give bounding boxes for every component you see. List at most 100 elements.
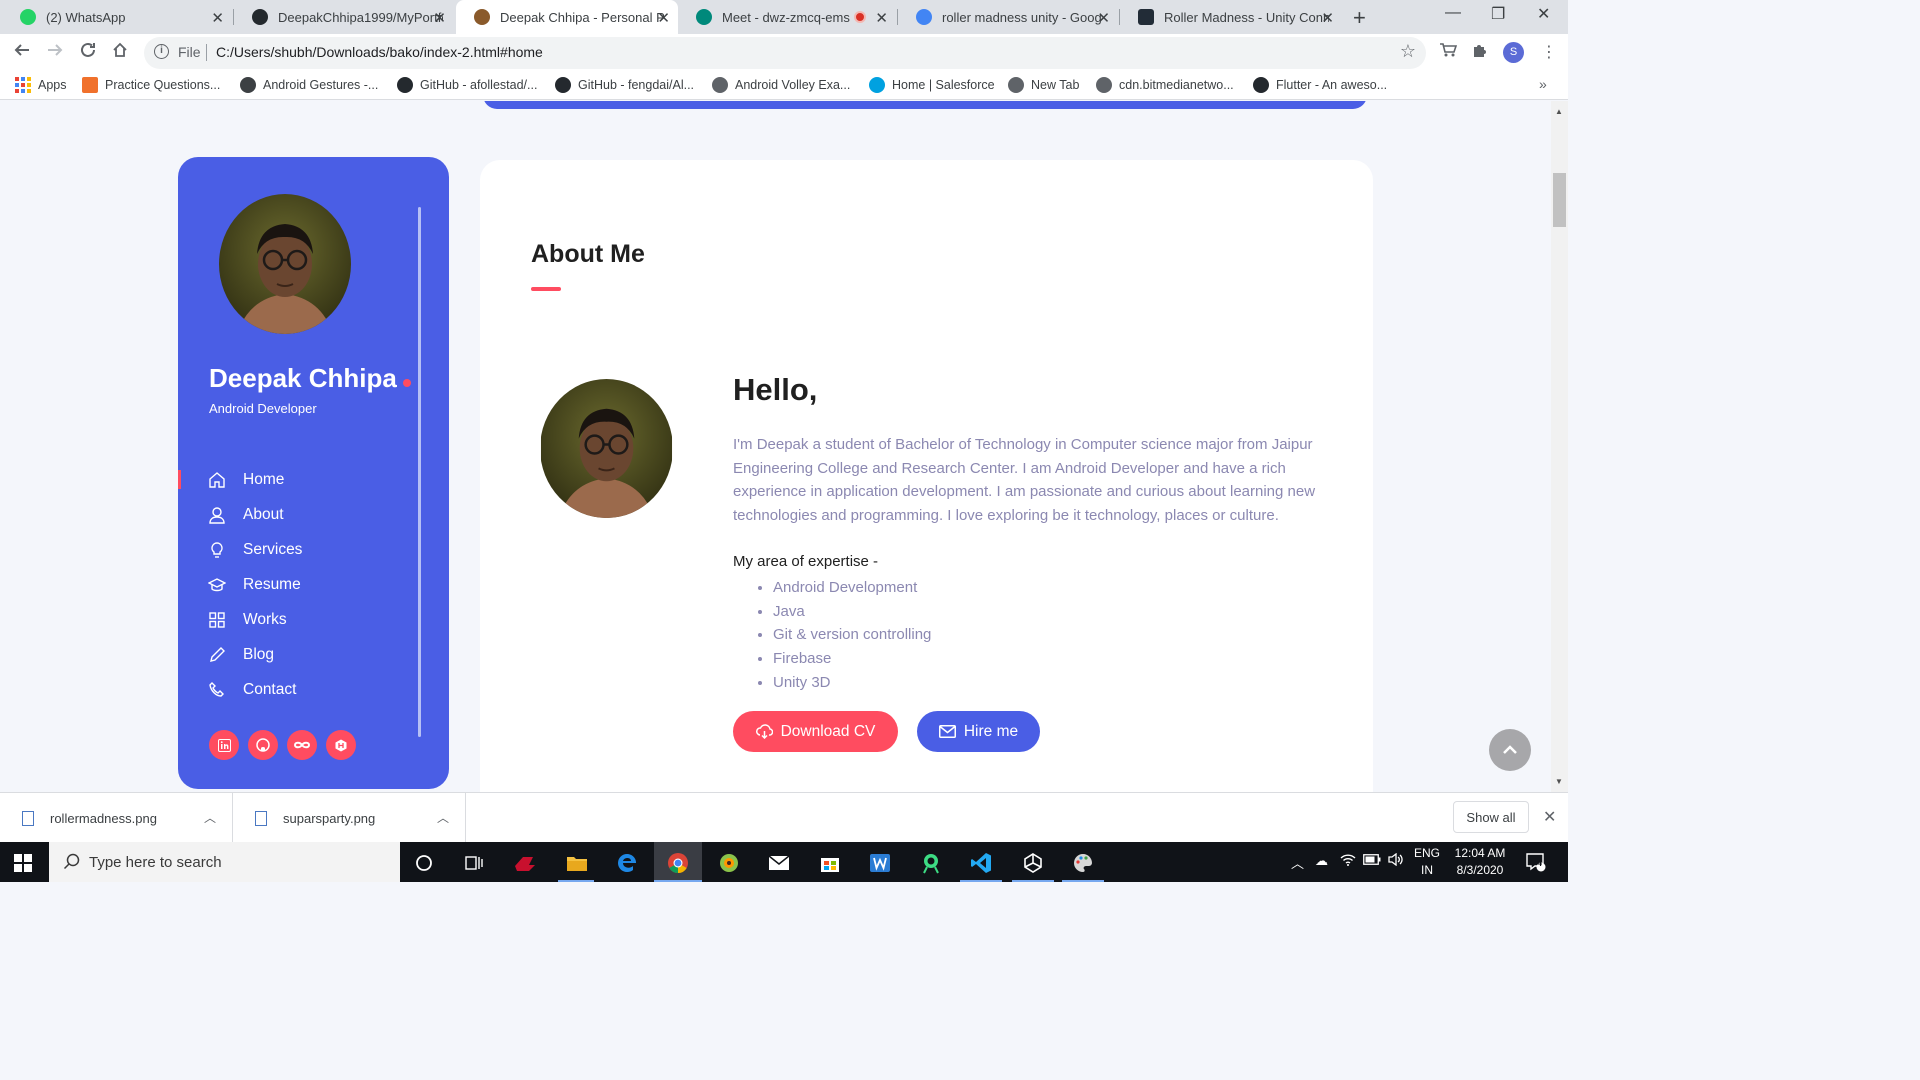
- address-bar[interactable]: i File C:/Users/shubh/Downloads/bako/ind…: [144, 37, 1426, 69]
- home-icon: [208, 471, 226, 489]
- close-icon[interactable]: ✕: [1097, 9, 1110, 27]
- close-icon[interactable]: ✕: [211, 9, 224, 27]
- scroll-down-arrow-icon[interactable]: ▼: [1555, 777, 1563, 786]
- status-dot: [402, 379, 411, 387]
- browser-tab[interactable]: (2) WhatsApp ✕: [2, 0, 232, 34]
- sidebar-item-home[interactable]: Home: [178, 462, 418, 497]
- infinity-icon[interactable]: [287, 730, 317, 760]
- scroll-up-arrow-icon[interactable]: ▲: [1555, 107, 1563, 116]
- info-icon[interactable]: i: [154, 44, 169, 59]
- forward-button[interactable]: [46, 41, 64, 64]
- scrollbar-thumb[interactable]: [1553, 173, 1566, 227]
- restore-button[interactable]: ❐: [1491, 4, 1505, 24]
- bookmarks-overflow-icon[interactable]: »: [1539, 76, 1547, 92]
- file-explorer-icon[interactable]: [564, 850, 590, 876]
- bookmark-apps[interactable]: Apps: [15, 77, 67, 93]
- chrome-icon[interactable]: [665, 850, 691, 876]
- close-window-button[interactable]: ✕: [1537, 4, 1550, 24]
- cortana-icon[interactable]: [411, 850, 437, 876]
- minimize-button[interactable]: —: [1445, 4, 1461, 22]
- app-chameleon-icon[interactable]: [716, 850, 742, 876]
- page-scrollbar[interactable]: ▲ ▼: [1551, 101, 1568, 792]
- word-app-icon[interactable]: [867, 850, 893, 876]
- action-center-icon[interactable]: 4: [1526, 852, 1546, 875]
- sidebar-item-works[interactable]: Works: [178, 602, 418, 637]
- volume-icon[interactable]: [1388, 852, 1404, 869]
- chevron-up-icon[interactable]: ︿: [437, 809, 449, 826]
- unity-icon: [1138, 9, 1154, 25]
- bookmark-item[interactable]: GitHub - afollestad/...: [397, 77, 537, 93]
- browser-tab[interactable]: DeepakChhipa1999/MyPortfo ✕: [234, 0, 454, 34]
- bookmark-item[interactable]: Android Gestures -...: [240, 77, 378, 93]
- bookmark-item[interactable]: GitHub - fengdai/Al...: [555, 77, 694, 93]
- battery-icon[interactable]: [1363, 853, 1381, 868]
- sidebar-item-label: Resume: [243, 575, 301, 593]
- url-text[interactable]: C:/Users/shubh/Downloads/bako/index-2.ht…: [216, 44, 543, 60]
- cart-extension-icon[interactable]: [1439, 42, 1458, 63]
- bookmark-item[interactable]: New Tab: [1008, 77, 1079, 93]
- close-icon[interactable]: ✕: [875, 9, 888, 27]
- wifi-icon[interactable]: [1340, 853, 1356, 869]
- close-icon[interactable]: ✕: [433, 9, 446, 27]
- bookmarks-bar: Apps Practice Questions... Android Gestu…: [0, 72, 1568, 100]
- sidebar-item-services[interactable]: Services: [178, 532, 418, 567]
- profile-avatar[interactable]: S: [1503, 42, 1524, 63]
- system-clock[interactable]: 12:04 AM 8/3/2020: [1448, 845, 1512, 879]
- sidebar-item-resume[interactable]: Resume: [178, 567, 418, 602]
- store-icon[interactable]: [817, 850, 843, 876]
- extensions-puzzle-icon[interactable]: [1472, 42, 1488, 63]
- github-icon[interactable]: [248, 730, 278, 760]
- mail-icon[interactable]: [766, 850, 792, 876]
- unity-icon[interactable]: [1020, 850, 1046, 876]
- profile-role: Android Developer: [209, 401, 317, 416]
- windows-taskbar: Type here to search ︿ ☁ ENG IN 12:04 AM 8/…: [0, 842, 1568, 882]
- close-shelf-icon[interactable]: ✕: [1543, 807, 1556, 827]
- scroll-to-top-button[interactable]: [1489, 729, 1531, 771]
- paint-palette-icon[interactable]: [1070, 850, 1096, 876]
- hackerrank-icon[interactable]: [326, 730, 356, 760]
- bookmark-item[interactable]: cdn.bitmedianetwo...: [1096, 77, 1234, 93]
- browser-tab[interactable]: roller madness unity - Googl ✕: [898, 0, 1118, 34]
- more-menu-icon[interactable]: ⋮: [1541, 42, 1557, 62]
- bookmark-star-icon[interactable]: ☆: [1400, 41, 1416, 62]
- active-indicator: [654, 880, 702, 882]
- chevron-up-icon: [1503, 745, 1517, 754]
- bookmark-item[interactable]: Practice Questions...: [82, 77, 220, 93]
- show-all-button[interactable]: Show all: [1453, 801, 1529, 833]
- download-cv-button[interactable]: Download CV: [733, 711, 898, 752]
- sidebar-item-contact[interactable]: Contact: [178, 672, 418, 707]
- download-item[interactable]: suparsparty.png ︿: [233, 793, 466, 843]
- browser-tab-active[interactable]: Deepak Chhipa - Personal Po ✕: [456, 0, 678, 34]
- browser-tab[interactable]: Meet - dwz-zmcq-ems ✕: [678, 0, 896, 34]
- close-icon[interactable]: ✕: [657, 9, 670, 27]
- list-item: Java: [773, 600, 931, 624]
- vscode-icon[interactable]: [968, 850, 994, 876]
- task-view-icon[interactable]: [461, 850, 487, 876]
- sidebar-scrollbar[interactable]: [418, 207, 421, 737]
- windows-start-icon[interactable]: [14, 854, 32, 872]
- tray-overflow-chevron-icon[interactable]: ︿: [1291, 853, 1304, 872]
- sidebar-item-blog[interactable]: Blog: [178, 637, 418, 672]
- taskbar-search[interactable]: Type here to search: [49, 842, 400, 882]
- salesforce-cloud-icon: [869, 77, 885, 93]
- sidebar-item-about[interactable]: About: [178, 497, 418, 532]
- bookmark-item[interactable]: Android Volley Exa...: [712, 77, 850, 93]
- reload-button[interactable]: [79, 41, 97, 64]
- bookmark-item[interactable]: Flutter - An aweso...: [1253, 77, 1387, 93]
- chevron-up-icon[interactable]: ︿: [204, 809, 216, 826]
- browser-tab[interactable]: Roller Madness - Unity Conn ✕: [1120, 0, 1342, 34]
- bookmark-item[interactable]: Home | Salesforce: [869, 77, 995, 93]
- home-button[interactable]: [111, 41, 129, 64]
- edge-icon[interactable]: [614, 850, 640, 876]
- input-language[interactable]: ENG IN: [1412, 845, 1442, 879]
- linkedin-icon[interactable]: [209, 730, 239, 760]
- download-item[interactable]: rollermadness.png ︿: [0, 793, 233, 843]
- onedrive-sync-icon[interactable]: ☁: [1315, 853, 1328, 869]
- game-app-icon[interactable]: [512, 850, 538, 876]
- hire-me-button[interactable]: Hire me: [917, 711, 1040, 752]
- phone-icon: [208, 681, 226, 699]
- android-studio-icon[interactable]: [918, 850, 944, 876]
- back-button[interactable]: [13, 41, 31, 64]
- close-icon[interactable]: ✕: [1321, 9, 1334, 27]
- new-tab-button[interactable]: +: [1353, 5, 1366, 31]
